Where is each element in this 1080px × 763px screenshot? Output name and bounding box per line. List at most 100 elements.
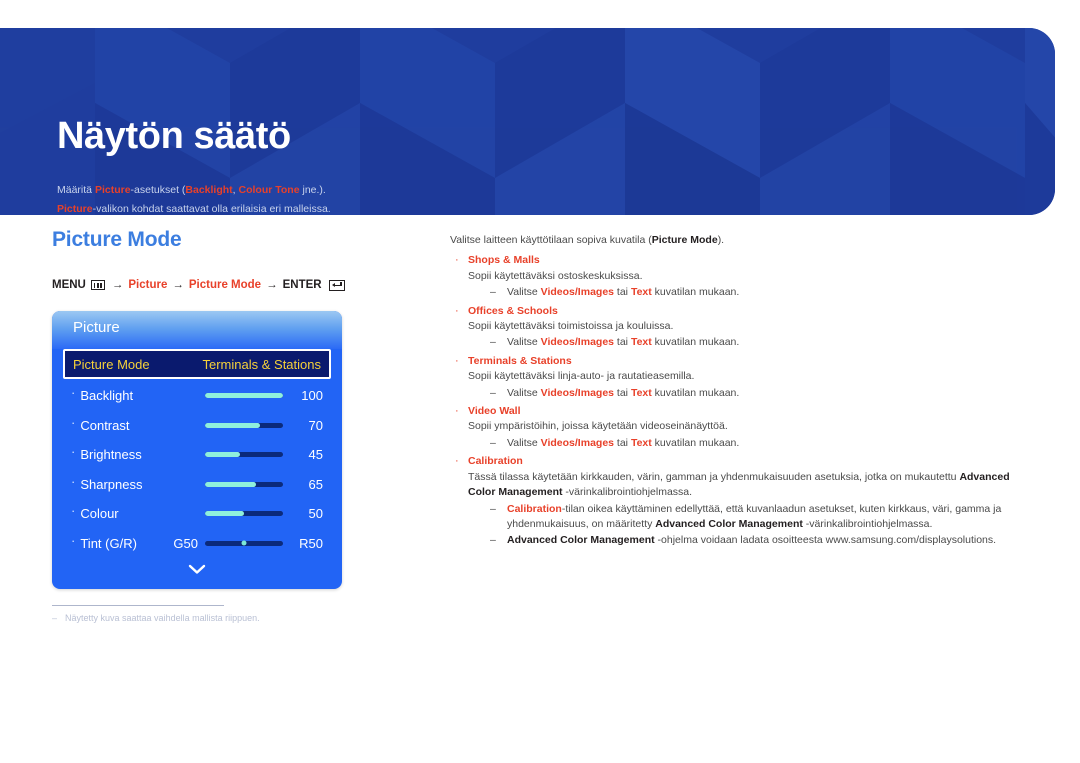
menupath-arrow-3: → bbox=[266, 279, 278, 291]
sub-pre: Valitse bbox=[507, 336, 541, 349]
sub-list-item-calibration-note: – Calibration-tilan oikea käyttäminen ed… bbox=[468, 502, 1010, 533]
item-title: Offices & Schools bbox=[468, 304, 558, 317]
osd-row-contrast[interactable]: · Contrast 70 bbox=[63, 411, 331, 441]
osd-row-label: Backlight bbox=[80, 388, 134, 404]
dash-icon: – bbox=[490, 286, 496, 299]
osd-slider-colour[interactable] bbox=[205, 511, 283, 517]
dash-icon: – bbox=[490, 336, 496, 349]
osd-row-sharpness[interactable]: · Sharpness 65 bbox=[63, 470, 331, 500]
sub-mid: tai bbox=[614, 436, 631, 449]
calib-sub1-post: -värinkalibrointiohjelmassa. bbox=[802, 517, 933, 530]
osd-row-picture-mode[interactable]: Picture Mode Terminals & Stations bbox=[63, 349, 331, 379]
chevron-down-icon[interactable] bbox=[187, 563, 207, 575]
subtitle-l2-end: -valikon kohdat saattavat olla erilaisia… bbox=[92, 202, 331, 215]
item-description: Tässä tilassa käytetään kirkkauden, väri… bbox=[468, 470, 1010, 501]
bullet-dot-icon: · bbox=[71, 532, 76, 548]
enter-key-icon bbox=[328, 279, 345, 291]
osd-slider-tint[interactable] bbox=[205, 540, 283, 546]
menupath-arrow-1: → bbox=[111, 279, 124, 291]
osd-row-tint[interactable]: · Tint (G/R) G50 R50 bbox=[63, 529, 331, 559]
item-title: Video Wall bbox=[468, 405, 521, 418]
dash-icon: – bbox=[490, 534, 496, 547]
right-column: Valitse laitteen käyttötilaan sopiva kuv… bbox=[450, 233, 1010, 549]
osd-row-brightness[interactable]: · Brightness 45 bbox=[63, 440, 331, 470]
list-item-video-wall: · Video Wall Sopii ympäristöihin, joissa… bbox=[450, 404, 1010, 451]
osd-row-value: 70 bbox=[308, 417, 323, 433]
osd-slider-contrast[interactable] bbox=[205, 422, 283, 428]
sub-bold-videos-images: Videos/Images bbox=[540, 436, 614, 449]
menupath-arrow-2: → bbox=[172, 279, 184, 291]
bullet-dot-icon: · bbox=[71, 473, 76, 489]
page-title: Näytön säätö bbox=[57, 115, 291, 157]
sub-bold-videos-images: Videos/Images bbox=[540, 336, 614, 349]
osd-tint-knob[interactable] bbox=[241, 540, 247, 546]
sub-post: kuvatilan mukaan. bbox=[651, 336, 740, 349]
osd-menu-panel: Picture Picture Mode Terminals & Station… bbox=[52, 311, 342, 589]
osd-row-value: 50 bbox=[308, 506, 323, 522]
menupath-step-picture-mode: Picture Mode bbox=[188, 279, 262, 291]
dash-icon: – bbox=[490, 436, 496, 449]
sub-list-item: – Valitse Videos/Images tai Text kuvatil… bbox=[468, 335, 1010, 350]
item-title: Calibration bbox=[468, 455, 523, 468]
osd-row-backlight[interactable]: · Backlight 100 bbox=[63, 381, 331, 411]
bullet-dot-icon: · bbox=[71, 503, 76, 519]
osd-more-row[interactable] bbox=[63, 558, 331, 580]
osd-row-label: Colour bbox=[80, 506, 119, 522]
sub-list-item: – Valitse Videos/Images tai Text kuvatil… bbox=[468, 386, 1010, 401]
page-subtitle: Määritä Picture-asetukset (Backlight, Co… bbox=[57, 181, 331, 215]
footnote-text: Näytetty kuva saattaa vaihdella mallista… bbox=[65, 613, 260, 623]
bullet-dot-icon: · bbox=[71, 414, 76, 430]
subtitle-l2-hl-picture: Picture bbox=[57, 202, 93, 215]
page-header-banner: Näytön säätö Määritä Picture-asetukset (… bbox=[0, 28, 1055, 215]
menu-grid-icon bbox=[90, 280, 105, 290]
calib-sub2-post: -ohjelma voidaan ladata osoitteesta www.… bbox=[654, 534, 997, 547]
subtitle-l1-hl-picture: Picture bbox=[94, 184, 131, 196]
osd-selected-value: Terminals & Stations bbox=[202, 356, 322, 372]
item-title: Shops & Malls bbox=[468, 254, 540, 267]
sub-pre: Valitse bbox=[507, 286, 541, 299]
sub-bold-text: Text bbox=[630, 386, 652, 399]
sub-pre: Valitse bbox=[507, 386, 541, 399]
menupath-menu-label: MENU bbox=[52, 279, 86, 291]
menu-navigation-path: MENU → Picture → Picture Mode → ENTER bbox=[52, 279, 432, 291]
osd-slider-sharpness[interactable] bbox=[205, 481, 283, 487]
list-item-offices-schools: · Offices & Schools Sopii käytettäväksi … bbox=[450, 304, 1010, 351]
osd-row-colour[interactable]: · Colour 50 bbox=[63, 499, 331, 529]
footnote-dash: – bbox=[52, 613, 58, 623]
osd-slider-brightness[interactable] bbox=[205, 452, 283, 458]
menupath-step-picture: Picture bbox=[128, 279, 168, 291]
osd-row-label: Tint (G/R) bbox=[80, 535, 137, 551]
left-column: Picture Mode MENU → Picture → Picture Mo… bbox=[52, 228, 432, 589]
sub-post: kuvatilan mukaan. bbox=[651, 436, 740, 449]
osd-row-label: Contrast bbox=[80, 417, 130, 433]
footnote-divider bbox=[52, 605, 224, 606]
section-title: Picture Mode bbox=[52, 228, 182, 251]
osd-row-label: Sharpness bbox=[80, 476, 143, 492]
sub-bold-text: Text bbox=[630, 436, 652, 449]
item-description: Sopii käytettäväksi ostoskeskuksissa. bbox=[468, 269, 643, 282]
osd-tint-right-value: R50 bbox=[299, 535, 323, 551]
item-description: Sopii käytettäväksi linja-auto- ja rauta… bbox=[468, 370, 695, 383]
osd-selected-label: Picture Mode bbox=[73, 356, 150, 372]
calib-desc-pre: Tässä tilassa käytetään kirkkauden, väri… bbox=[468, 470, 960, 483]
sub-mid: tai bbox=[614, 336, 631, 349]
sub-post: kuvatilan mukaan. bbox=[651, 386, 740, 399]
item-description: Sopii käytettäväksi toimistoissa ja koul… bbox=[468, 320, 674, 333]
intro-post: ). bbox=[717, 234, 725, 246]
osd-title: Picture bbox=[73, 319, 120, 336]
osd-header: Picture bbox=[52, 311, 342, 349]
bullet-dot-icon: · bbox=[71, 444, 76, 460]
list-item-shops-malls: · Shops & Malls Sopii käytettäväksi osto… bbox=[450, 253, 1010, 300]
dash-icon: – bbox=[490, 386, 496, 399]
intro-pre: Valitse laitteen käyttötilaan sopiva kuv… bbox=[450, 234, 652, 246]
calib-desc-post: -värinkalibrointiohjelmassa. bbox=[562, 486, 693, 499]
sub-bold-text: Text bbox=[630, 336, 652, 349]
bullet-dot-icon: · bbox=[455, 455, 459, 468]
sub-pre: Valitse bbox=[507, 436, 541, 449]
osd-tint-left-value: G50 bbox=[173, 535, 198, 551]
calib-sub2-bold-acm: Advanced Color Management bbox=[507, 534, 655, 547]
osd-slider-backlight[interactable] bbox=[205, 393, 283, 399]
bullet-dot-icon: · bbox=[455, 405, 459, 418]
menupath-enter-label: ENTER bbox=[282, 279, 322, 291]
list-item-terminals-stations: · Terminals & Stations Sopii käytettäväk… bbox=[450, 354, 1010, 401]
